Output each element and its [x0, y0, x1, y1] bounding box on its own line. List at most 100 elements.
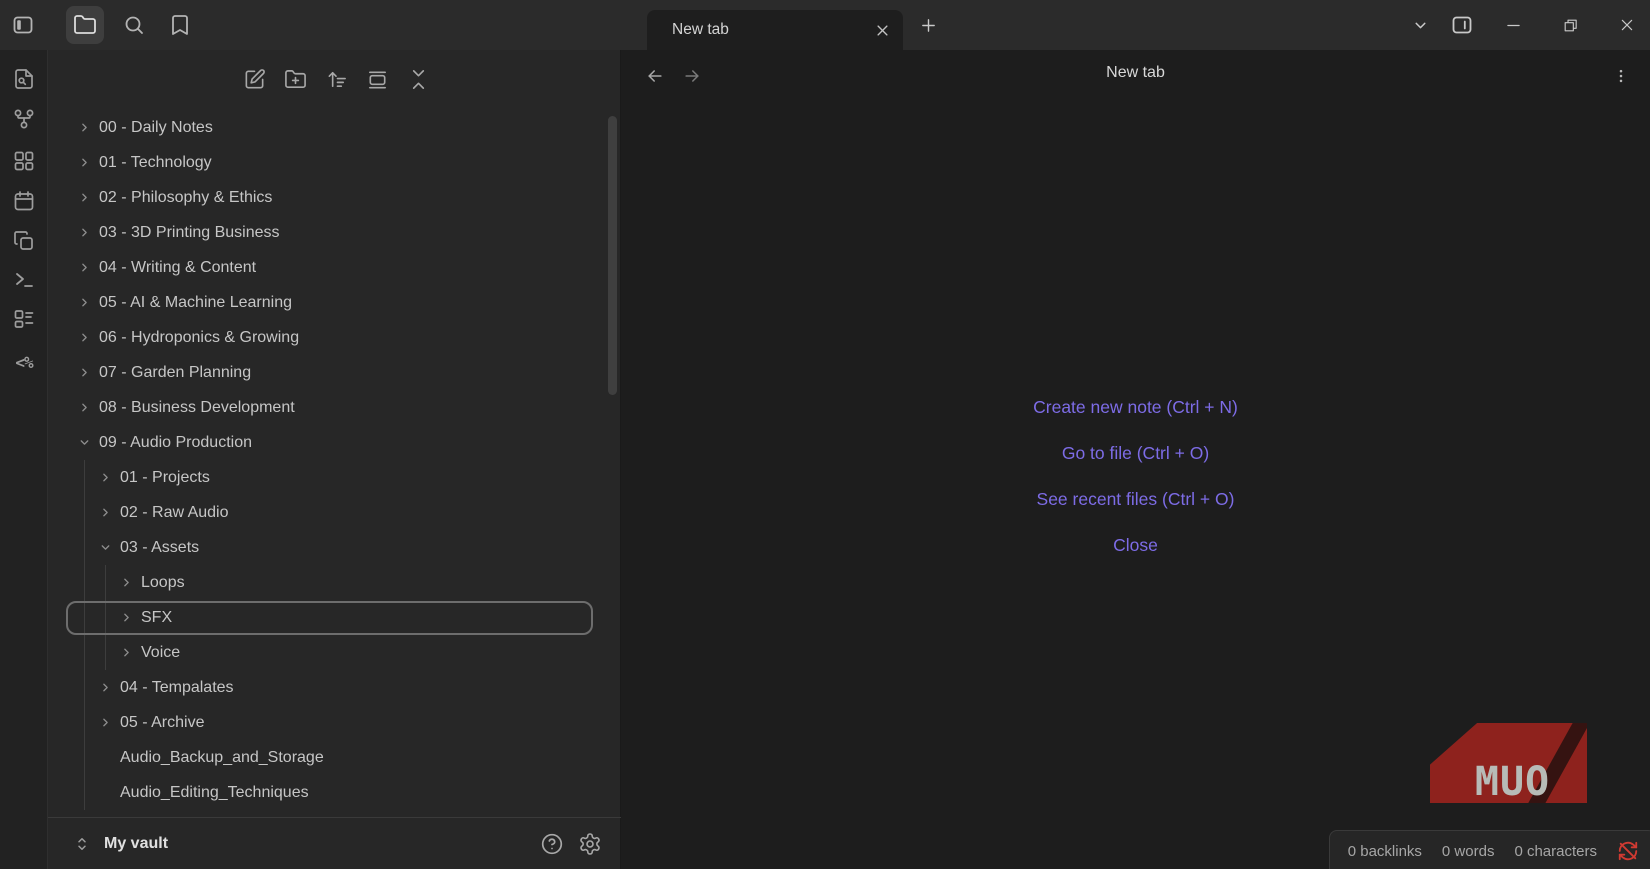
explorer-header — [242, 67, 430, 91]
tree-item-folder[interactable]: 01 - Projects — [48, 460, 621, 495]
sync-error-icon[interactable] — [1617, 840, 1639, 862]
bookmarks-tab-button[interactable] — [161, 6, 199, 44]
titlebar: New tab — [0, 0, 1650, 50]
tree-item-folder[interactable]: 02 - Philosophy & Ethics — [48, 180, 621, 215]
tree-item-folder[interactable]: Loops — [48, 565, 621, 600]
daily-note-button[interactable] — [11, 188, 37, 214]
terminal-button[interactable] — [11, 267, 37, 293]
tree-item-folder[interactable]: Voice — [48, 635, 621, 670]
terminal-icon — [12, 268, 36, 292]
tree-item-label: 00 - Daily Notes — [99, 118, 213, 136]
chevron-right-icon — [97, 470, 113, 486]
tree-item-label: 08 - Business Development — [99, 398, 295, 416]
plus-icon — [920, 17, 937, 34]
quick-switcher-button[interactable] — [11, 66, 37, 92]
files-tab-button[interactable] — [66, 6, 104, 44]
tree-item-label: 04 - Writing & Content — [99, 258, 257, 276]
tree-item-folder[interactable]: 05 - AI & Machine Learning — [48, 285, 621, 320]
tree-item-label: 03 - Assets — [120, 538, 200, 556]
tree-item-folder[interactable]: 07 - Garden Planning — [48, 355, 621, 390]
tree-item-label: 04 - Tempalates — [120, 678, 234, 696]
chevron-right-icon — [76, 260, 92, 276]
toggle-left-sidebar-button[interactable] — [4, 6, 42, 44]
new-tab-button[interactable] — [911, 8, 945, 42]
kanban-button[interactable] — [11, 306, 37, 332]
chevron-right-icon — [76, 400, 92, 416]
tree-item-folder[interactable]: 09 - Audio Production — [48, 425, 621, 460]
new-folder-button[interactable] — [283, 67, 307, 91]
tree-item-folder[interactable]: 03 - 3D Printing Business — [48, 215, 621, 250]
chevron-right-icon — [118, 645, 134, 661]
templates-button[interactable] — [11, 228, 37, 254]
chevron-right-icon — [76, 365, 92, 381]
tree-item-file[interactable]: Audio_Backup_and_Storage — [48, 740, 621, 775]
chevron-right-icon — [76, 295, 92, 311]
tab-label: New tab — [672, 21, 729, 38]
chevron-right-icon — [76, 190, 92, 206]
tree-item-folder[interactable]: 00 - Daily Notes — [48, 110, 621, 145]
tree-item-folder[interactable]: SFX — [48, 600, 621, 635]
tree-item-folder[interactable]: 02 - Raw Audio — [48, 495, 621, 530]
tree-item-folder[interactable]: 01 - Technology — [48, 145, 621, 180]
canvas-button[interactable] — [11, 148, 37, 174]
explorer-scrollbar[interactable] — [608, 116, 617, 395]
layout-dashboard-icon — [12, 149, 36, 173]
folder-tree: 00 - Daily Notes 01 - Technology 02 - Phil… — [48, 110, 621, 810]
tree-item-folder[interactable]: 03 - Assets — [48, 530, 621, 565]
muo-logo-text: MUO — [1474, 759, 1551, 803]
close-window-button[interactable] — [1610, 8, 1644, 42]
chevron-right-icon — [97, 715, 113, 731]
close-link[interactable]: Close — [621, 522, 1650, 568]
chevron-right-icon — [97, 680, 113, 696]
tree-item-label: 02 - Philosophy & Ethics — [99, 188, 273, 206]
tab-close-icon[interactable] — [869, 17, 895, 43]
graph-view-button[interactable] — [11, 106, 37, 132]
tree-item-folder[interactable]: 04 - Writing & Content — [48, 250, 621, 285]
chevron-right-icon — [76, 225, 92, 241]
sort-order-button[interactable] — [324, 67, 348, 91]
vault-name: My vault — [104, 834, 169, 852]
tree-item-folder[interactable]: 06 - Hydroponics & Growing — [48, 320, 621, 355]
chevron-right-icon — [118, 575, 134, 591]
restore-button[interactable] — [1553, 8, 1587, 42]
vault-switcher-button[interactable] — [72, 834, 92, 854]
chevron-right-icon — [76, 155, 92, 171]
templater-button[interactable]: <% — [11, 349, 37, 375]
go-to-file-link[interactable]: Go to file (Ctrl + O) — [621, 430, 1650, 476]
tree-item-folder[interactable]: 05 - Archive — [48, 705, 621, 740]
folder-icon — [73, 13, 97, 37]
tab-list-dropdown-button[interactable] — [1403, 8, 1437, 42]
restore-icon — [1562, 17, 1579, 34]
create-new-note-link[interactable]: Create new note (Ctrl + N) — [621, 384, 1650, 430]
sidebar-left-icon — [11, 13, 35, 37]
search-tab-button[interactable] — [115, 6, 153, 44]
tree-item-label: Audio_Editing_Techniques — [120, 783, 309, 801]
tab-new-tab[interactable]: New tab — [647, 10, 903, 50]
auto-reveal-button[interactable] — [365, 67, 389, 91]
new-note-button[interactable] — [242, 67, 266, 91]
tree-item-label: 06 - Hydroponics & Growing — [99, 328, 300, 346]
tree-item-label: 07 - Garden Planning — [99, 363, 252, 381]
tree-item-folder[interactable]: 08 - Business Development — [48, 390, 621, 425]
see-recent-files-link[interactable]: See recent files (Ctrl + O) — [621, 476, 1650, 522]
more-options-button[interactable] — [1607, 62, 1635, 90]
tree-item-label: 01 - Technology — [99, 153, 212, 171]
tree-item-folder[interactable]: 04 - Tempalates — [48, 670, 621, 705]
bookmark-icon — [168, 13, 192, 37]
muo-logo: MUO — [1430, 723, 1587, 803]
tree-item-label: 09 - Audio Production — [99, 433, 252, 451]
minimize-icon — [1505, 17, 1522, 34]
word-count: 0 words — [1441, 842, 1495, 860]
collapse-all-button[interactable] — [406, 67, 430, 91]
file-explorer: 00 - Daily Notes 01 - Technology 02 - Phil… — [48, 50, 621, 869]
close-icon — [1619, 17, 1635, 33]
help-button[interactable] — [540, 832, 564, 856]
settings-button[interactable] — [578, 832, 602, 856]
tree-item-file[interactable]: Audio_Editing_Techniques — [48, 775, 621, 810]
view-header: New tab — [621, 50, 1650, 96]
chevron-right-icon — [118, 610, 134, 626]
minimize-button[interactable] — [1496, 8, 1530, 42]
toggle-right-sidebar-button[interactable] — [1445, 8, 1479, 42]
